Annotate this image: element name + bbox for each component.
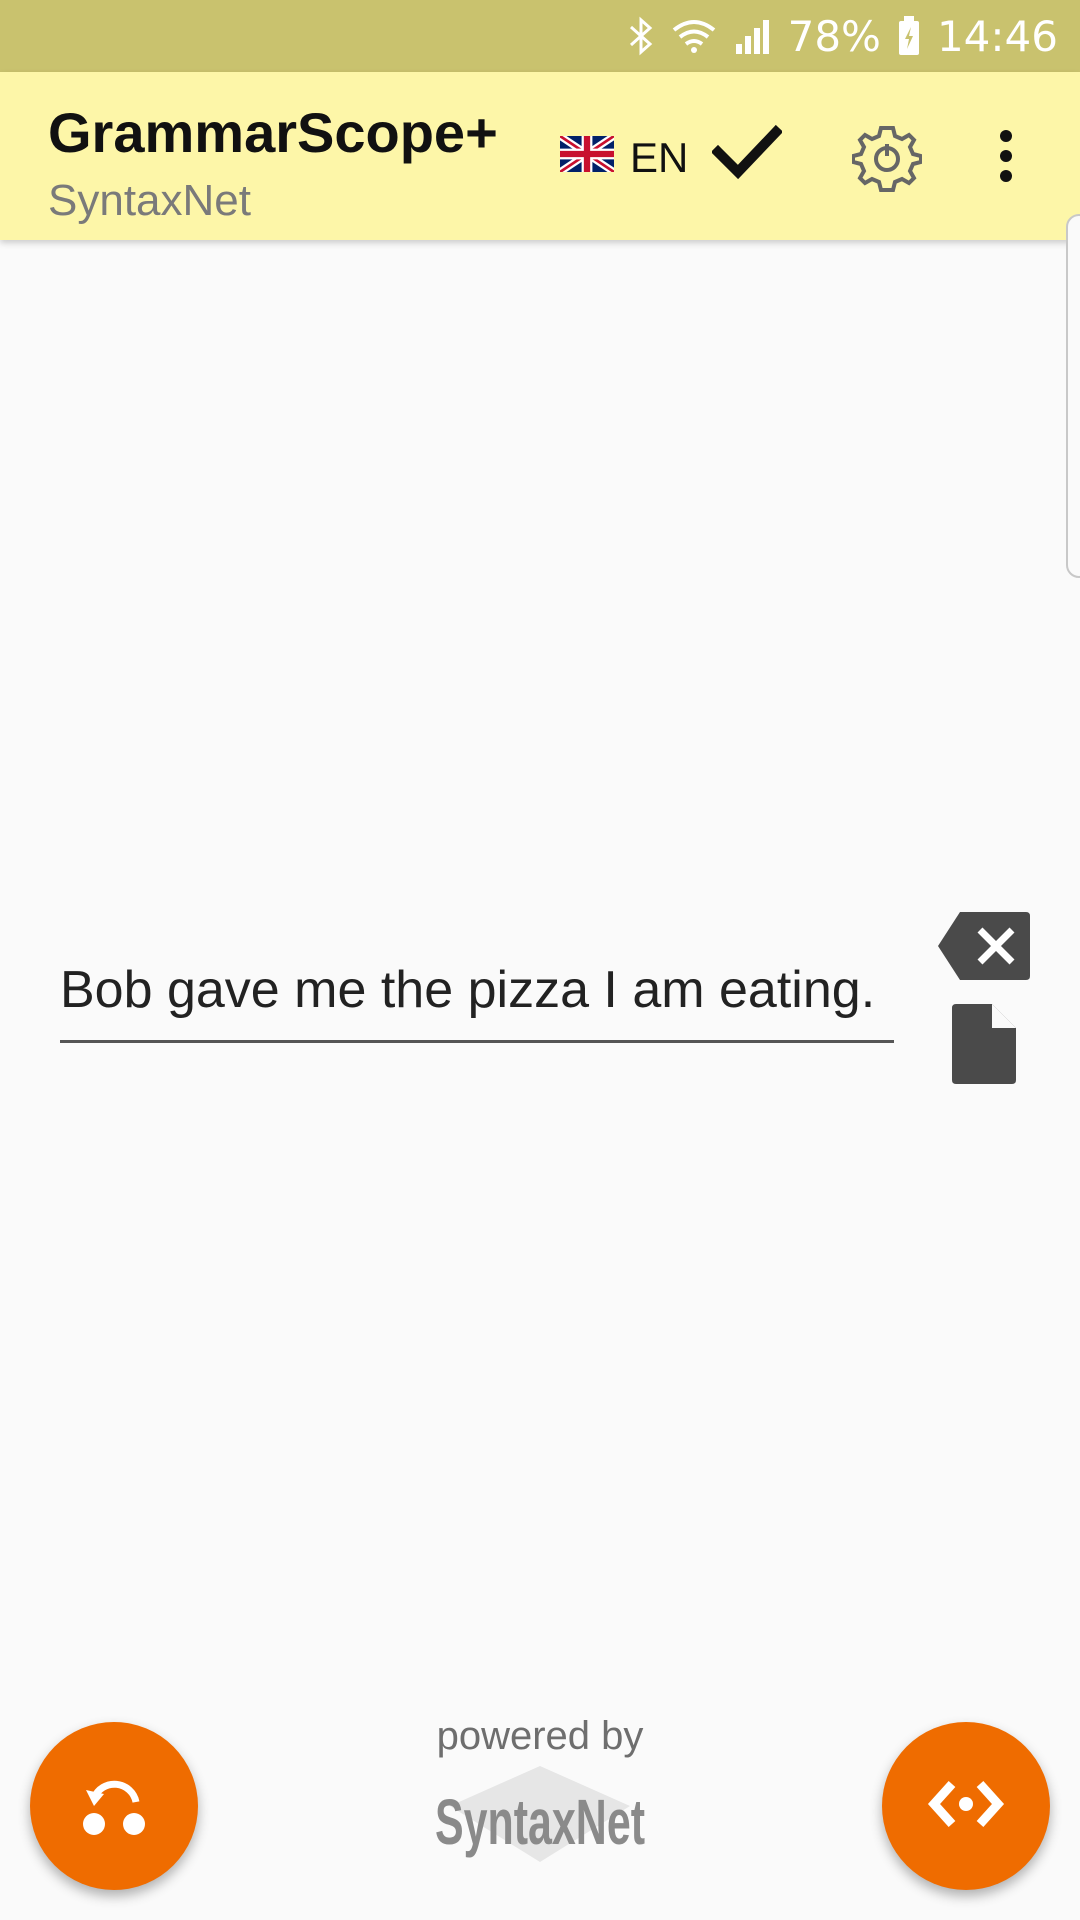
uk-flag-icon <box>558 133 616 182</box>
status-icons: 78% 14:46 <box>628 0 1058 72</box>
document-icon[interactable] <box>952 1004 1016 1089</box>
app-subtitle: SyntaxNet <box>48 176 251 225</box>
battery-percent: 78% <box>787 11 881 61</box>
clear-icon[interactable] <box>936 910 1032 987</box>
language-code: EN <box>630 134 689 181</box>
language-selector[interactable]: EN <box>558 133 689 182</box>
side-handle[interactable] <box>1066 214 1080 578</box>
check-icon[interactable] <box>710 122 784 187</box>
status-bar: 78% 14:46 <box>0 0 1080 72</box>
syntaxnet-logo: SyntaxNet <box>420 1762 660 1872</box>
signal-icon <box>734 16 772 56</box>
code-icon <box>926 1774 1006 1839</box>
input-underline <box>60 1040 894 1043</box>
syntaxnet-logo-text: SyntaxNet <box>435 1786 645 1858</box>
sentence-input[interactable]: Bob gave me the pizza I am eating. <box>60 960 894 1020</box>
app-title: GrammarScope+ <box>48 101 498 164</box>
rotate-button[interactable] <box>30 1722 198 1890</box>
wifi-icon <box>670 16 718 56</box>
more-vert-icon[interactable] <box>996 126 1016 191</box>
app-bar: GrammarScope+ SyntaxNet EN <box>0 72 1080 240</box>
rotate-icon <box>74 1764 154 1849</box>
battery-icon <box>897 15 921 57</box>
parse-button[interactable] <box>882 1722 1050 1890</box>
bluetooth-icon <box>628 16 654 56</box>
clock: 14:46 <box>936 11 1058 61</box>
gear-icon[interactable] <box>851 122 923 197</box>
